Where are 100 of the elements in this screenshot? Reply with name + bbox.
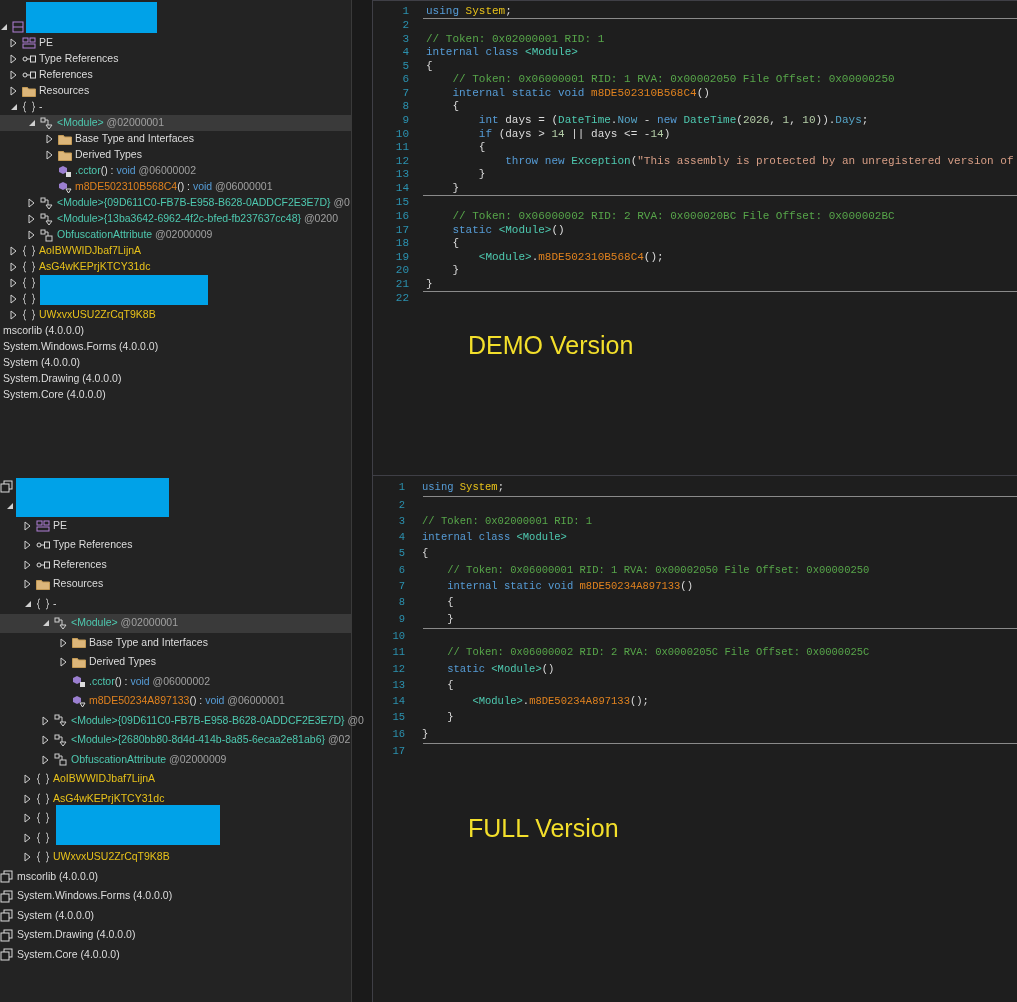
tree-item[interactable]: References bbox=[39, 67, 93, 83]
code-line: // Token: 0x06000001 RID: 1 RVA: 0x00002050 File Offset: 0x00000250 bbox=[451, 72, 895, 88]
expand-arrow-icon[interactable] bbox=[24, 813, 31, 824]
expand-arrow-icon[interactable] bbox=[28, 198, 35, 208]
tree-item[interactable]: System.Drawing (4.0.0.0) bbox=[17, 927, 136, 944]
expand-arrow-icon[interactable] bbox=[24, 540, 31, 551]
collapse-arrow-icon[interactable] bbox=[42, 619, 50, 628]
collapse-arrow-icon[interactable] bbox=[0, 23, 8, 31]
code-line: internal static void m8DE502310B568C4() bbox=[451, 85, 710, 101]
expand-arrow-icon[interactable] bbox=[24, 793, 31, 804]
expand-arrow-icon[interactable] bbox=[42, 715, 49, 726]
expand-arrow-icon[interactable] bbox=[46, 134, 53, 144]
tree-item[interactable]: mscorlib (4.0.0.0) bbox=[3, 323, 85, 339]
tree-item[interactable]: mscorlib (4.0.0.0) bbox=[17, 868, 99, 885]
expand-arrow-icon[interactable] bbox=[10, 38, 17, 48]
expand-arrow-icon[interactable] bbox=[24, 579, 31, 590]
expand-arrow-icon[interactable] bbox=[10, 246, 17, 256]
expand-arrow-icon[interactable] bbox=[60, 637, 67, 648]
expand-arrow-icon[interactable] bbox=[42, 735, 49, 746]
tree-item[interactable]: <Module>{09D611C0-FB7B-E958-B628-0ADDCF2E3E7D} @0 bbox=[71, 712, 364, 729]
class-icon bbox=[40, 196, 54, 210]
folder-icon bbox=[72, 637, 86, 649]
line-number: 9 bbox=[397, 611, 405, 627]
expand-arrow-icon[interactable] bbox=[10, 310, 17, 320]
line-number: 3 bbox=[401, 31, 409, 47]
line-number: 2 bbox=[397, 497, 405, 513]
line-number: 2 bbox=[401, 18, 409, 34]
code-line: static <Module>() bbox=[451, 222, 565, 238]
code-line: // Token: 0x02000001 RID: 1 bbox=[422, 513, 593, 529]
expand-arrow-icon[interactable] bbox=[24, 832, 31, 843]
tree-item[interactable]: <Module> @02000001 bbox=[71, 615, 178, 632]
tree-item[interactable]: Derived Types bbox=[75, 147, 142, 163]
expand-arrow-icon[interactable] bbox=[60, 657, 67, 668]
tree-item[interactable]: Base Type and Interfaces bbox=[75, 131, 194, 147]
tree-item[interactable]: AsG4wKEPrjKTCY31dc bbox=[39, 259, 151, 275]
tree-item[interactable]: ObfuscationAttribute @02000009 bbox=[57, 227, 213, 243]
code-line: } bbox=[451, 180, 459, 196]
expand-arrow-icon[interactable] bbox=[28, 214, 35, 224]
collapse-arrow-icon[interactable] bbox=[6, 502, 14, 511]
tree-item[interactable]: .cctor() : void @06000002 bbox=[89, 673, 210, 690]
code-line: { bbox=[426, 58, 433, 74]
tree-item[interactable]: UWxvxUSU2ZrCqT9K8B bbox=[39, 307, 156, 323]
tree-item[interactable]: <Module>{09D611C0-FB7B-E958-B628-0ADDCF2E3E7D} @0 bbox=[57, 195, 350, 211]
tree-item[interactable]: AoIBWWIDJbaf7LijnA bbox=[53, 771, 156, 788]
tree-item[interactable]: Type References bbox=[39, 51, 119, 67]
expand-arrow-icon[interactable] bbox=[10, 278, 17, 288]
expand-arrow-icon[interactable] bbox=[42, 754, 49, 765]
tree-item[interactable]: AsG4wKEPrjKTCY31dc bbox=[53, 790, 165, 807]
line-number: 19 bbox=[394, 249, 409, 265]
expand-arrow-icon[interactable] bbox=[24, 774, 31, 785]
braces-icon bbox=[22, 261, 36, 273]
tree-item[interactable]: Resources bbox=[53, 576, 104, 593]
expand-arrow-icon[interactable] bbox=[10, 54, 17, 64]
line-number: 11 bbox=[394, 140, 409, 156]
expand-arrow-icon[interactable] bbox=[28, 230, 35, 240]
collapse-arrow-icon[interactable] bbox=[28, 119, 36, 127]
tree-item[interactable]: .cctor() : void @06000002 bbox=[75, 163, 196, 179]
code-line: } bbox=[422, 726, 429, 742]
collapse-arrow-icon[interactable] bbox=[24, 599, 32, 608]
expand-arrow-icon[interactable] bbox=[10, 262, 17, 272]
tree-item[interactable]: System.Core (4.0.0.0) bbox=[3, 387, 106, 403]
expand-arrow-icon[interactable] bbox=[10, 70, 17, 80]
expand-arrow-icon[interactable] bbox=[10, 294, 17, 304]
expand-arrow-icon[interactable] bbox=[24, 852, 31, 863]
tree-item[interactable]: System.Windows.Forms (4.0.0.0) bbox=[3, 339, 159, 355]
line-number: 7 bbox=[397, 579, 405, 595]
expand-arrow-icon[interactable] bbox=[24, 559, 31, 570]
cube-lock-icon bbox=[72, 675, 86, 689]
tree-item[interactable]: System (4.0.0.0) bbox=[17, 907, 95, 924]
tree-item[interactable]: System.Windows.Forms (4.0.0.0) bbox=[17, 888, 173, 905]
tree-item[interactable]: UWxvxUSU2ZrCqT9K8B bbox=[53, 849, 170, 866]
tree-item[interactable]: PE bbox=[39, 35, 53, 51]
tree-item[interactable]: m8DE502310B568C4() : void @06000001 bbox=[75, 179, 273, 195]
tree-item[interactable]: System.Drawing (4.0.0.0) bbox=[3, 371, 122, 387]
class-icon bbox=[40, 228, 54, 242]
tree-item[interactable]: <Module> @02000001 bbox=[57, 115, 164, 131]
line-number: 14 bbox=[391, 694, 405, 710]
tree-item[interactable]: Type References bbox=[53, 537, 133, 554]
tree-item[interactable]: - bbox=[53, 595, 57, 612]
tree-item[interactable]: <Module>{2680bb80-8d4d-414b-8a85-6ecaa2e81ab6} @02 bbox=[71, 732, 351, 749]
expand-arrow-icon[interactable] bbox=[46, 150, 53, 160]
expand-arrow-icon[interactable] bbox=[24, 520, 31, 531]
collapse-arrow-icon[interactable] bbox=[10, 103, 18, 111]
tree-item[interactable]: ObfuscationAttribute @02000009 bbox=[71, 751, 227, 768]
tree-item[interactable]: References bbox=[53, 556, 107, 573]
tree-item[interactable]: Derived Types bbox=[89, 654, 156, 671]
tree-item[interactable]: Resources bbox=[39, 83, 90, 99]
line-number: 10 bbox=[391, 628, 405, 644]
tree-item[interactable]: <Module>{13ba3642-6962-4f2c-bfed-fb237637cc48} @0200 bbox=[57, 211, 338, 227]
tree-item[interactable]: PE bbox=[53, 517, 67, 534]
line-number: 8 bbox=[397, 595, 405, 611]
tree-item[interactable]: Base Type and Interfaces bbox=[89, 634, 208, 651]
tree-item[interactable]: - bbox=[39, 99, 43, 115]
tree-item[interactable]: AoIBWWIDJbaf7LijnA bbox=[39, 243, 142, 259]
tree-item[interactable]: m8DE50234A897133() : void @06000001 bbox=[89, 693, 285, 710]
version-caption: DEMO Version bbox=[468, 330, 634, 362]
tree-item[interactable]: System.Core (4.0.0.0) bbox=[17, 946, 120, 963]
tree-item[interactable]: System (4.0.0.0) bbox=[3, 355, 81, 371]
code-line: // Token: 0x02000001 RID: 1 bbox=[426, 31, 605, 47]
expand-arrow-icon[interactable] bbox=[10, 86, 17, 96]
